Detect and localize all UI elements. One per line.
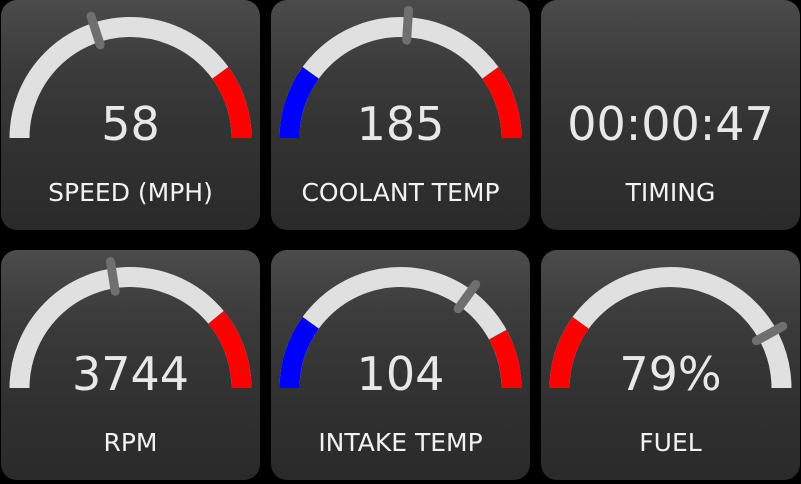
rpm-value: 3744 (71, 347, 190, 401)
rpm-label: RPM (103, 428, 158, 457)
fuel-value: 79% (619, 347, 722, 401)
intake-temp-value: 104 (356, 347, 445, 401)
timing-value: 00:00:47 (567, 97, 774, 151)
coolant-temp-gauge-tile[interactable]: 185 COOLANT TEMP (271, 0, 530, 230)
fuel-gauge-tile[interactable]: 79% FUEL (541, 250, 800, 480)
rpm-gauge-tile[interactable]: 3744 RPM (1, 250, 260, 480)
fuel-label: FUEL (639, 428, 702, 457)
speed-label: SPEED (MPH) (48, 178, 213, 207)
coolant-temp-value: 185 (356, 97, 445, 151)
gauge-needle (402, 5, 414, 45)
intake-temp-label: INTAKE TEMP (318, 428, 483, 457)
coolant-temp-label: COOLANT TEMP (301, 178, 500, 207)
gauge-needle (105, 257, 120, 296)
speed-gauge-tile[interactable]: 58 SPEED (MPH) (1, 0, 260, 230)
speed-value: 58 (101, 97, 160, 151)
timing-tile[interactable]: 00:00:47 TIMING (541, 0, 800, 230)
intake-temp-gauge-tile[interactable]: 104 INTAKE TEMP (271, 250, 530, 480)
dashboard-grid: 58 SPEED (MPH) 185 COOLANT TEMP 00:00:47… (0, 0, 801, 484)
timing-label: TIMING (625, 178, 716, 207)
